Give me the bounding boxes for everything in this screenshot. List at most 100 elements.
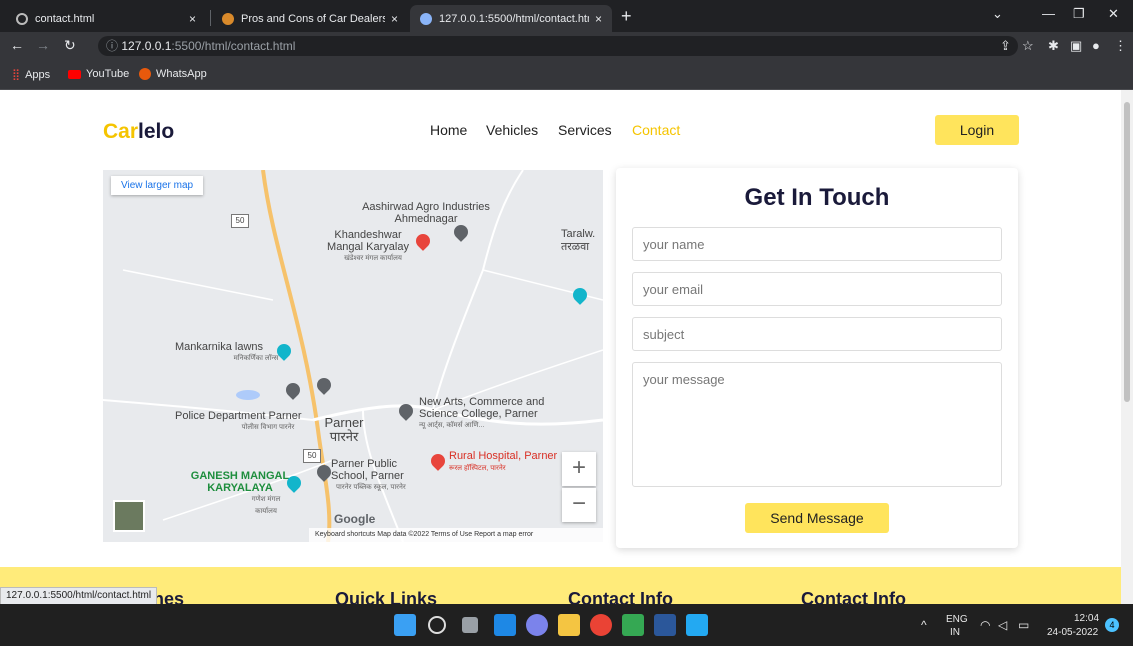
email-field[interactable] — [632, 272, 1002, 306]
message-field[interactable] — [632, 362, 1002, 487]
map-label: Rural Hospital, Parner — [449, 450, 558, 462]
site-favicon-icon — [222, 12, 234, 25]
map-label: Khandeshwar Mangal Karyalay — [327, 229, 409, 253]
nav-home[interactable]: Home — [430, 122, 467, 138]
tab-pros-cons[interactable]: Pros and Cons of Car Dealerships × — [212, 5, 408, 32]
profile-avatar-icon[interactable]: ● — [1092, 38, 1100, 53]
map-label: Taralw. — [561, 228, 596, 240]
login-button[interactable]: Login — [935, 115, 1019, 145]
zoom-out-button[interactable]: − — [562, 488, 596, 522]
widgets-icon[interactable] — [494, 614, 516, 636]
menu-dots-icon[interactable]: ⋮ — [1114, 38, 1127, 54]
embedded-map[interactable]: View larger map Aashirwad Agro Industrie… — [103, 170, 603, 542]
clock-time[interactable]: 12:04 — [1074, 613, 1099, 624]
view-larger-map-link[interactable]: View larger map — [111, 176, 204, 195]
google-logo: Google — [334, 512, 376, 526]
footer-heading: Contact Info — [568, 589, 673, 604]
language-region[interactable]: IN — [950, 627, 960, 638]
nav-contact[interactable]: Contact — [632, 122, 680, 138]
youtube-icon — [68, 69, 81, 79]
map-label: Parner — [324, 415, 364, 430]
restore-icon[interactable]: ❐ — [1073, 6, 1085, 22]
task-view-icon[interactable] — [462, 617, 478, 633]
satellite-layer-toggle[interactable] — [113, 500, 145, 532]
search-icon[interactable] — [428, 616, 446, 634]
map-attribution[interactable]: Keyboard shortcuts Map data ©2022 Terms … — [309, 528, 603, 542]
map-label: रूरल हॉस्पिटल, पारनेर — [449, 465, 506, 472]
footer-heading: Quick Links — [335, 589, 438, 604]
map-label: खंडेश्वर मंगल कार्यालय — [344, 255, 402, 262]
tab-active-localhost[interactable]: 127.0.0.1:5500/html/contact.html × — [410, 5, 612, 32]
battery-icon[interactable]: ▭ — [1018, 618, 1029, 632]
clock-date[interactable]: 24-05-2022 — [1047, 627, 1098, 638]
page-scrollbar[interactable] — [1121, 90, 1133, 604]
volume-icon[interactable]: ◁ — [998, 618, 1007, 632]
send-message-button[interactable]: Send Message — [745, 503, 889, 533]
link-status-bubble: 127.0.0.1:5500/html/contact.html — [0, 587, 158, 605]
side-panel-icon[interactable]: ▣ — [1070, 38, 1082, 54]
globe-icon — [16, 12, 28, 25]
new-tab-button[interactable]: + — [621, 6, 632, 27]
site-footer: Branches Quick Links Contact Info Contac… — [0, 567, 1121, 604]
nav-services[interactable]: Services — [558, 122, 612, 138]
tab-close-icon[interactable]: × — [595, 12, 602, 26]
windows-start-icon[interactable] — [394, 614, 416, 636]
forward-arrow-icon[interactable]: → — [36, 37, 50, 53]
bookmark-whatsapp[interactable]: WhatsApp — [139, 68, 207, 80]
file-explorer-icon[interactable] — [558, 614, 580, 636]
store-icon[interactable] — [622, 614, 644, 636]
close-window-icon[interactable]: ✕ — [1108, 6, 1119, 22]
language-indicator[interactable]: ENG — [946, 614, 968, 625]
back-arrow-icon[interactable]: ← — [10, 37, 24, 53]
map-label: पारनेर पब्लिक स्कूल, पारनेर — [336, 484, 406, 491]
bookmark-youtube[interactable]: YouTube — [68, 68, 129, 80]
highway-shield: 50 — [303, 449, 321, 463]
notification-badge[interactable]: 4 — [1105, 618, 1119, 632]
share-icon[interactable]: ⇪ — [1000, 38, 1011, 54]
map-label: पारनेर — [329, 429, 359, 444]
page-viewport: Carlelo Home Vehicles Services Contact L… — [0, 90, 1121, 604]
tray-chevron-icon[interactable]: ^ — [921, 618, 927, 632]
wifi-icon[interactable]: ◠ — [980, 618, 990, 632]
extensions-icon[interactable]: ✱ — [1048, 38, 1059, 54]
map-label: Mankarnika lawns — [175, 341, 264, 353]
contact-title: Get In Touch — [744, 184, 890, 211]
map-label: पोलीस विभाग पारनेर — [241, 424, 295, 431]
reload-icon[interactable]: ↻ — [64, 37, 76, 54]
map-label: Police Department Parner — [175, 410, 302, 422]
footer-heading: Contact Info — [801, 589, 906, 604]
map-label: GANESH MANGAL KARYALAYA — [190, 470, 290, 494]
bookmark-apps[interactable]: ⣿ Apps — [12, 68, 50, 82]
tab-close-icon[interactable]: × — [189, 12, 196, 26]
tab-close-icon[interactable]: × — [391, 12, 398, 26]
tab-separator — [210, 10, 211, 26]
zoom-in-button[interactable]: + — [562, 452, 596, 486]
browser-toolbar: ← → ↻ ⓘ 127.0.0.1:5500/html/contact.html… — [0, 32, 1133, 60]
contact-form-card: Get In Touch Send Message — [616, 168, 1018, 548]
map-label: गणेश मंगल कार्यालय — [251, 496, 281, 515]
word-icon[interactable] — [654, 614, 676, 636]
name-field[interactable] — [632, 227, 1002, 261]
nav-vehicles[interactable]: Vehicles — [486, 122, 538, 138]
browser-tab-strip: contact.html × Pros and Cons of Car Deal… — [0, 0, 1133, 32]
scrollbar-thumb[interactable] — [1124, 102, 1130, 402]
site-logo[interactable]: Carlelo — [103, 120, 174, 144]
subject-field[interactable] — [632, 317, 1002, 351]
map-label: Parner Public School, Parner — [331, 458, 404, 482]
tab-contact[interactable]: contact.html × — [6, 5, 206, 32]
map-label: न्यू आर्ट्स, कॉमर्स आणि... — [419, 422, 485, 429]
teams-chat-icon[interactable] — [526, 614, 548, 636]
apps-grid-icon: ⣿ — [12, 69, 21, 81]
map-label: मनिकर्णिका लॉन्स — [233, 355, 279, 362]
bookmark-star-icon[interactable]: ☆ — [1022, 38, 1034, 54]
map-label: Aashirwad Agro Industries Ahmednagar — [362, 201, 490, 225]
address-bar[interactable]: ⓘ 127.0.0.1:5500/html/contact.html — [98, 36, 1018, 56]
globe-icon — [420, 12, 432, 25]
minimize-icon[interactable]: — — [1042, 6, 1055, 21]
chrome-icon[interactable] — [590, 614, 612, 636]
tab-search-icon[interactable]: ⌄ — [992, 6, 1003, 22]
whatsapp-icon — [139, 68, 151, 80]
map-label: तरळवा — [561, 241, 590, 253]
vscode-icon[interactable] — [686, 614, 708, 636]
info-icon: ⓘ — [106, 39, 119, 53]
